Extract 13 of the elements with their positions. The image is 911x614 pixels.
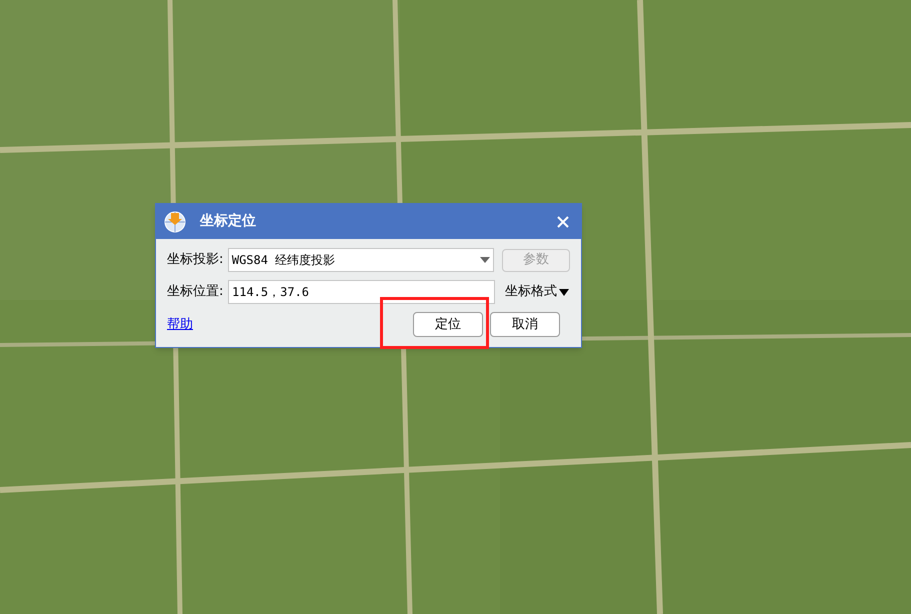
- projection-dropdown[interactable]: WGS84 经纬度投影: [228, 248, 494, 272]
- position-field[interactable]: 114.5，37.6: [228, 280, 495, 304]
- help-link[interactable]: 帮助: [167, 314, 193, 334]
- globe-icon: [164, 210, 186, 232]
- format-menu-button[interactable]: 坐标格式: [505, 282, 569, 302]
- dialog-button[interactable]: 定位: [413, 312, 483, 337]
- field-label: 坐标投影:: [167, 251, 224, 270]
- caret-icon: [559, 288, 569, 296]
- caret-icon: [480, 257, 490, 263]
- field-label: 坐标位置:: [167, 283, 224, 302]
- window-title: 坐标定位: [200, 212, 256, 231]
- close-icon: [557, 216, 569, 228]
- dialog-button[interactable]: 取消: [490, 312, 560, 337]
